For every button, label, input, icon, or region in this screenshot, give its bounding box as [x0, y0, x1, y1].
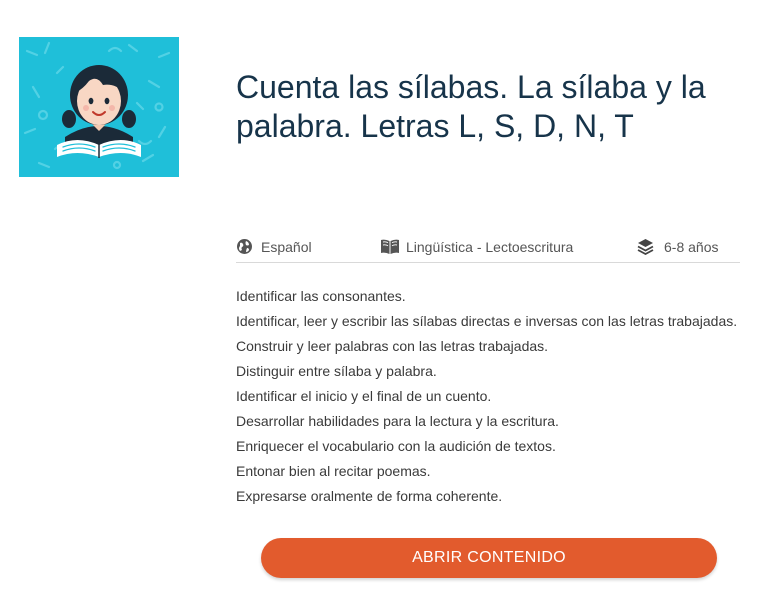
globe-icon	[236, 238, 253, 255]
list-item: Expresarse oralmente de forma coherente.	[236, 488, 503, 504]
page-title: Cuenta las sílabas. La sílaba y la palab…	[236, 69, 706, 144]
book-icon	[380, 238, 400, 255]
child-reading-book-illustration	[19, 37, 179, 177]
list-item: Desarrollar habilidades para la lectura …	[236, 413, 559, 429]
resource-thumbnail	[19, 37, 179, 177]
open-content-button[interactable]: ABRIR CONTENIDO	[261, 538, 717, 578]
list-item: Identificar las consonantes.	[236, 288, 406, 304]
layers-icon	[637, 238, 654, 256]
subject-area-label: Lingüística - Lectoescritura	[406, 238, 574, 255]
resource-card: Cuenta las sílabas. La sílaba y la palab…	[0, 0, 778, 606]
objectives-list: Identificar las consonantes. Identificar…	[236, 286, 737, 511]
list-item: Enriquecer el vocabulario con la audició…	[236, 438, 556, 454]
list-item: Construir y leer palabras con las letras…	[236, 338, 549, 354]
list-item: Identificar, leer y escribir las sílabas…	[236, 313, 738, 329]
age-range-label: 6-8 años	[664, 238, 719, 255]
list-item: Entonar bien al recitar poemas.	[236, 463, 431, 479]
language-label: Español	[261, 238, 312, 255]
language-info: Español	[236, 238, 312, 255]
subject-area-info: Lingüística - Lectoescritura	[380, 238, 573, 255]
list-item: Identificar el inicio y el final de un c…	[236, 388, 492, 404]
list-item: Distinguir entre sílaba y palabra.	[236, 363, 437, 379]
age-range-info: 6-8 años	[637, 238, 719, 256]
metadata-bar: Español Lingüística - Lectoescritura 6-8…	[236, 234, 740, 263]
